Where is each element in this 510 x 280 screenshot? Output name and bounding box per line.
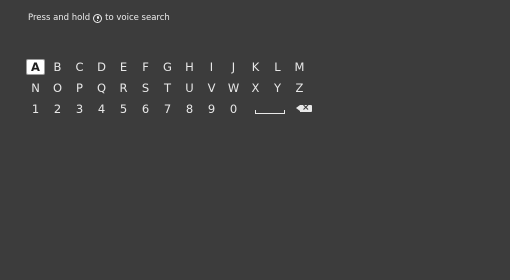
key-z[interactable]: Z [290,80,309,96]
hint-suffix: to voice search [105,13,170,23]
key-2[interactable]: 2 [48,101,67,117]
keyboard-row-2: N O P Q R S T U V W X Y Z [26,77,318,98]
key-f[interactable]: F [136,59,155,75]
hint-prefix: Press and hold [28,13,91,23]
microphone-icon [93,13,103,23]
key-p[interactable]: P [70,80,89,96]
key-i[interactable]: I [202,59,221,75]
key-a[interactable]: A [26,58,45,75]
voice-search-screen: Press and hold to voice search A B C D E… [0,0,510,280]
key-3[interactable]: 3 [70,101,89,117]
key-m[interactable]: M [290,59,309,75]
key-x[interactable]: X [246,80,265,96]
key-k[interactable]: K [246,59,265,75]
key-0[interactable]: 0 [224,101,243,117]
key-n[interactable]: N [26,80,45,96]
key-s[interactable]: S [136,80,155,96]
key-o[interactable]: O [48,80,67,96]
key-u[interactable]: U [180,80,199,96]
key-l[interactable]: L [268,59,287,75]
key-g[interactable]: G [158,59,177,75]
key-h[interactable]: H [180,59,199,75]
key-7[interactable]: 7 [158,101,177,117]
key-9[interactable]: 9 [202,101,221,117]
key-8[interactable]: 8 [180,101,199,117]
key-e[interactable]: E [114,59,133,75]
key-r[interactable]: R [114,80,133,96]
key-y[interactable]: Y [268,80,287,96]
key-t[interactable]: T [158,80,177,96]
key-4[interactable]: 4 [92,101,111,117]
key-j[interactable]: J [224,59,243,75]
key-d[interactable]: D [92,59,111,75]
key-6[interactable]: 6 [136,101,155,117]
key-1[interactable]: 1 [26,101,45,117]
key-v[interactable]: V [202,80,221,96]
on-screen-keyboard: A B C D E F G H I J K L M N O P Q R S T … [26,56,318,119]
backspace-key[interactable] [293,101,315,117]
backspace-icon [295,102,312,114]
keyboard-row-1: A B C D E F G H I J K L M [26,56,318,77]
space-bar-icon [255,109,285,114]
key-c[interactable]: C [70,59,89,75]
key-w[interactable]: W [224,80,243,96]
key-q[interactable]: Q [92,80,111,96]
space-key[interactable] [250,101,290,117]
voice-search-hint: Press and hold to voice search [28,13,170,23]
keyboard-row-3: 1 2 3 4 5 6 7 8 9 0 [26,98,318,119]
key-b[interactable]: B [48,59,67,75]
key-5[interactable]: 5 [114,101,133,117]
